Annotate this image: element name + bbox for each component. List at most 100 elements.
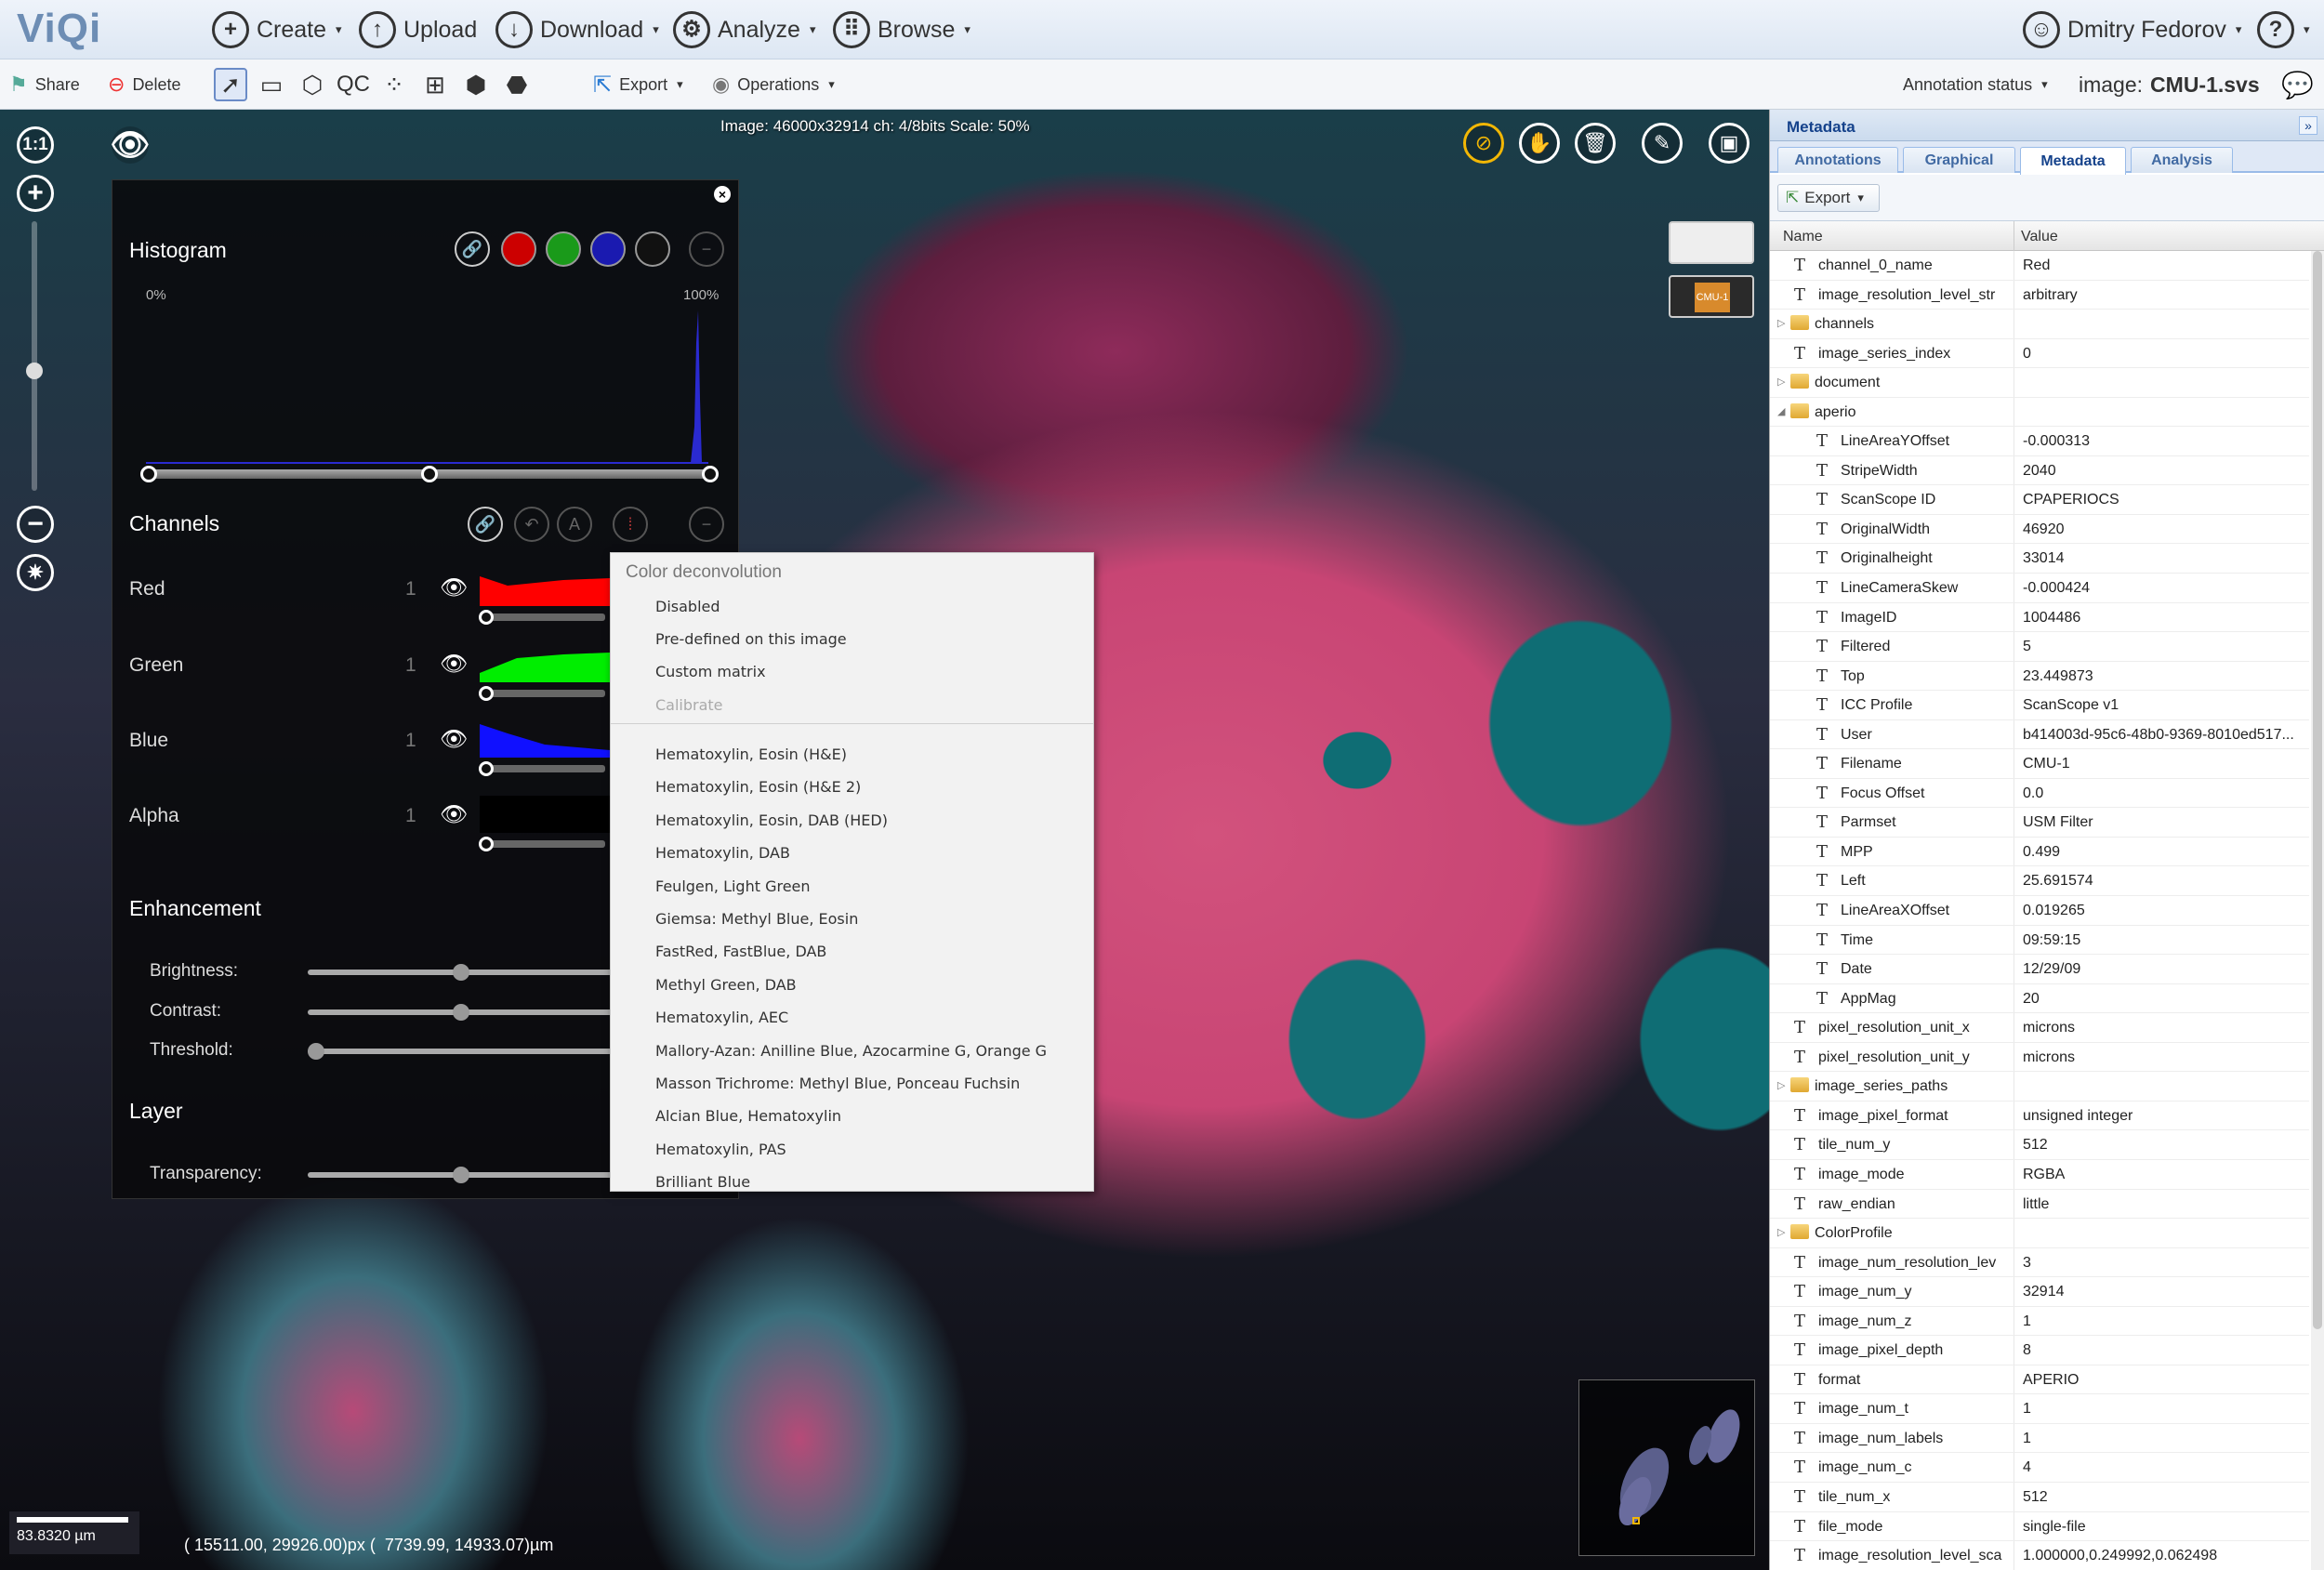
channel-range-slider[interactable] [484, 840, 605, 848]
threshold-handle[interactable] [308, 1043, 324, 1060]
menu-item-stain[interactable]: Methyl Green, DAB [655, 976, 797, 994]
channel-range-slider[interactable] [484, 613, 605, 621]
minus-icon[interactable]: − [689, 507, 724, 542]
metadata-row[interactable]: Timage_num_c 4 [1770, 1453, 2309, 1483]
menu-item-stain[interactable]: Hematoxylin, Eosin, DAB (HED) [655, 811, 888, 829]
menu-item-stain[interactable]: Masson Trichrome: Methyl Blue, Ponceau F… [655, 1075, 1020, 1092]
metadata-row[interactable]: T Filename CMU-1 [1770, 749, 2309, 779]
help-menu[interactable]: ? ▾ [2257, 9, 2310, 50]
collapse-icon[interactable]: » [2299, 116, 2317, 135]
histogram-min-handle[interactable] [140, 466, 157, 482]
qc-button[interactable]: QC [337, 68, 370, 101]
metadata-row[interactable]: T Focus Offset 0.0 [1770, 778, 2309, 809]
channel-min-handle[interactable] [479, 610, 494, 625]
metadata-row[interactable]: Traw_endian little [1770, 1189, 2309, 1220]
metadata-row[interactable]: Timage_resolution_level_str arbitrary [1770, 280, 2309, 310]
download-menu[interactable]: ↓ Download ▾ [495, 9, 659, 50]
expand-icon[interactable]: ▷ [1777, 317, 1785, 329]
menu-item-stain[interactable]: FastRed, FastBlue, DAB [655, 943, 826, 960]
red-channel-dot[interactable] [501, 231, 536, 267]
menu-item-stain[interactable]: Hematoxylin, Eosin (H&E 2) [655, 778, 861, 796]
pencil-icon[interactable]: ✎ [1642, 123, 1683, 164]
deconvolution-icon[interactable]: ⁞ [613, 507, 648, 542]
metadata-row[interactable]: Timage_resolution_level_sca 1.000000,0.24… [1770, 1541, 2309, 1570]
menu-item-stain[interactable]: Giemsa: Methyl Blue, Eosin [655, 910, 858, 928]
metadata-row[interactable]: Timage_series_index 0 [1770, 338, 2309, 369]
pointer-icon[interactable]: ➚ [214, 68, 247, 101]
channel-range-slider[interactable] [484, 690, 605, 697]
metadata-row[interactable]: Timage_pixel_format unsigned integer [1770, 1101, 2309, 1131]
user-menu[interactable]: ☺ Dmitry Fedorov ▾ [2023, 9, 2241, 50]
metadata-row[interactable]: T ScanScope ID CPAPERIOCS [1770, 485, 2309, 515]
auto-icon[interactable]: A [557, 507, 592, 542]
metadata-row[interactable]: T Left 25.691574 [1770, 866, 2309, 897]
metadata-row[interactable]: T Originalheight 33014 [1770, 544, 2309, 574]
zoom-slider[interactable] [32, 221, 37, 491]
metadata-row[interactable]: T Parmset USM Filter [1770, 808, 2309, 838]
expand-icon[interactable]: ▷ [1777, 1079, 1785, 1091]
3d-wire-icon[interactable]: ⬣ [500, 68, 534, 101]
zoom-in-button[interactable]: + [17, 175, 54, 212]
metadata-row[interactable]: Timage_num_labels 1 [1770, 1423, 2309, 1454]
metadata-row[interactable]: T LineCameraSkew -0.000424 [1770, 574, 2309, 603]
metadata-row[interactable]: ▷ channels [1770, 310, 2309, 339]
create-menu[interactable]: + Create ▾ [212, 9, 342, 50]
metadata-row[interactable]: ▷ document [1770, 368, 2309, 398]
alpha-channel-dot[interactable] [635, 231, 670, 267]
menu-item-stain[interactable]: Brilliant Blue [655, 1173, 750, 1191]
menu-item-disabled[interactable]: Disabled [655, 598, 720, 615]
transparency-handle[interactable] [453, 1167, 469, 1183]
expand-icon[interactable]: ▷ [1777, 376, 1785, 388]
close-icon[interactable]: × [714, 186, 731, 203]
tiles-icon[interactable]: ⊞ [418, 68, 452, 101]
channel-range-slider[interactable] [484, 765, 605, 772]
brightness-handle[interactable] [453, 964, 469, 981]
metadata-row[interactable]: Tpixel_resolution_unit_y microns [1770, 1042, 2309, 1073]
metadata-row[interactable]: T AppMag 20 [1770, 983, 2309, 1014]
metadata-row[interactable]: T Date 12/29/09 [1770, 955, 2309, 984]
metadata-row[interactable]: Timage_pixel_depth 8 [1770, 1336, 2309, 1366]
browse-menu[interactable]: ⠿ Browse ▾ [833, 9, 971, 50]
threshold-slider[interactable] [308, 1049, 614, 1054]
column-value[interactable]: Value [2021, 229, 2058, 245]
fit-screen-icon[interactable]: ✷ [17, 554, 54, 591]
menu-item-stain[interactable]: Mallory-Azan: Anilline Blue, Azocarmine … [655, 1042, 1047, 1060]
tab-metadata[interactable]: Metadata [2020, 147, 2126, 175]
export-menu[interactable]: ⇱ Export ▾ [593, 59, 683, 110]
metadata-row[interactable]: T Time 09:59:15 [1770, 925, 2309, 956]
metadata-row[interactable]: ◢ aperio [1770, 397, 2309, 428]
metadata-row[interactable]: T MPP 0.499 [1770, 837, 2309, 867]
operations-menu[interactable]: ◉ Operations ▾ [712, 59, 835, 110]
eye-icon[interactable]: 👁 [440, 651, 468, 678]
histogram-mid-handle[interactable] [421, 466, 438, 482]
undo-icon[interactable]: ↶ [514, 507, 549, 542]
metadata-row[interactable]: T Top 23.449873 [1770, 661, 2309, 692]
hand-icon[interactable]: ✋ [1519, 123, 1560, 164]
eye-icon[interactable]: 👁 [440, 801, 468, 828]
metadata-row[interactable]: T ICC Profile ScanScope v1 [1770, 691, 2309, 720]
metadata-row[interactable]: Tchannel_0_name Red [1770, 251, 2309, 281]
metadata-row[interactable]: Timage_num_resolution_lev 3 [1770, 1247, 2309, 1278]
3d-box-icon[interactable]: ⬢ [459, 68, 493, 101]
tab-graphical[interactable]: Graphical [1903, 147, 2015, 173]
green-channel-dot[interactable] [546, 231, 581, 267]
metadata-row[interactable]: Timage_mode RGBA [1770, 1159, 2309, 1190]
upload-button[interactable]: ↑ Upload [359, 9, 477, 50]
metadata-row[interactable]: ▷ ColorProfile [1770, 1219, 2309, 1248]
tab-annotations[interactable]: Annotations [1777, 147, 1898, 173]
metadata-row[interactable]: Tpixel_resolution_unit_x microns [1770, 1013, 2309, 1043]
metadata-row[interactable]: Timage_num_y 32914 [1770, 1277, 2309, 1307]
channel-min-handle[interactable] [479, 761, 494, 776]
metadata-row[interactable]: T OriginalWidth 46920 [1770, 514, 2309, 545]
eye-icon[interactable]: 👁 [110, 126, 151, 164]
eye-icon[interactable]: 👁 [440, 574, 468, 601]
menu-item-stain[interactable]: Feulgen, Light Green [655, 877, 811, 895]
expanded-icon[interactable]: ◢ [1777, 405, 1785, 417]
channel-min-handle[interactable] [479, 686, 494, 701]
app-logo[interactable]: ViQi [17, 6, 101, 52]
explore-icon[interactable]: ⊘ [1463, 123, 1504, 164]
metadata-row[interactable]: Tformat APERIO [1770, 1365, 2309, 1395]
menu-item-stain[interactable]: Alcian Blue, Hematoxylin [655, 1107, 841, 1125]
slide-thumbnail[interactable] [1669, 221, 1754, 264]
menu-item-stain[interactable]: Hematoxylin, AEC [655, 1009, 788, 1026]
